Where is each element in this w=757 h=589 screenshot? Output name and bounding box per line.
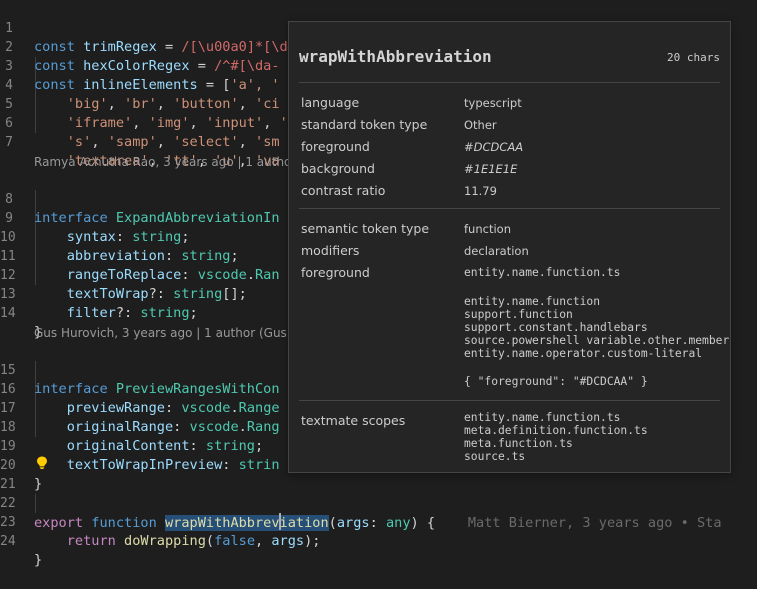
label-modifiers: modifiers [301,243,360,258]
line-number: 24 [0,534,16,549]
code-line[interactable]: 24 } [0,513,757,568]
value-language: typescript [464,96,522,110]
label-foreground: foreground [301,139,370,154]
code-line[interactable]: 22 export function wrapWithAbbreviation(… [0,475,757,531]
divider [299,400,720,401]
divider [299,208,720,209]
label-contrast-ratio: contrast ratio [301,183,386,198]
theme-selectors: entity.name.function support.function su… [464,295,730,360]
value-standard-token-type: Other [464,118,497,132]
divider [299,82,720,83]
lightbulb-icon[interactable] [36,456,48,469]
value-contrast-ratio: 11.79 [464,184,497,198]
code-line[interactable]: 23 return doWrapping(false, args); [0,494,757,549]
label-background: background [301,161,375,176]
label-language: language [301,95,360,110]
label-semantic-foreground: foreground [301,265,370,280]
value-semantic-token-type: function [464,222,511,236]
value-modifiers: declaration [464,244,529,258]
value-textmate-scopes: entity.name.function.ts meta.definition.… [464,411,648,463]
inspect-tokens-hover: wrapWithAbbreviation 20 chars language t… [288,21,731,473]
label-textmate-scopes: textmate scopes [301,413,406,428]
value-semantic-foreground: entity.name.function.ts [464,266,621,279]
code-line[interactable]: 1 const trimRegex = /[\u00a0]*[\d#\-\*\u… [0,0,757,55]
codelens-authors[interactable]: Ramya Achutha Rao, 3 years ago | 1 autho… [34,154,296,170]
value-foreground: #DCDCAA [464,140,524,154]
label-semantic-token-type: semantic token type [301,221,430,236]
token-char-count: 20 chars [667,51,720,64]
value-background: #1E1E1E [464,162,518,176]
line-number: 14 [0,306,16,321]
line-number: 7 [5,135,13,150]
token-title: wrapWithAbbreviation [299,47,492,66]
label-standard-token-type: standard token type [301,117,428,132]
codelens-authors[interactable]: Gus Hurovich, 3 years ago | 1 author (Gu… [34,325,300,341]
theme-rule: { "foreground": "#DCDCAA" } [464,375,648,388]
